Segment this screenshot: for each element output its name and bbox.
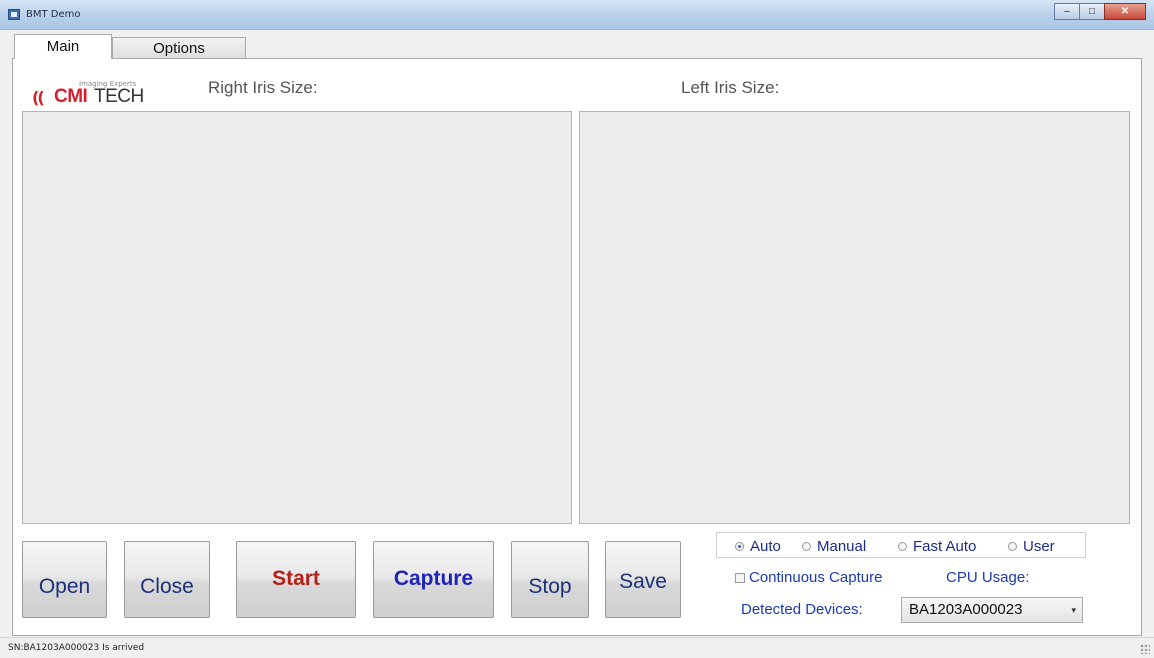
maximize-icon[interactable]: □ bbox=[1079, 3, 1105, 20]
right-iris-view bbox=[22, 111, 572, 524]
minimize-icon[interactable]: – bbox=[1054, 3, 1080, 20]
radio-manual-label: Manual bbox=[817, 538, 867, 555]
close-button[interactable]: Close bbox=[124, 541, 210, 618]
logo-brand-rest: TECH bbox=[94, 86, 144, 107]
detected-devices-label: Detected Devices: bbox=[741, 601, 863, 618]
logo-brand-bold: CMI bbox=[54, 86, 88, 107]
chevron-down-icon: ▾ bbox=[1071, 605, 1076, 615]
cpu-usage-label: CPU Usage: bbox=[946, 569, 1030, 586]
stop-button[interactable]: Stop bbox=[511, 541, 589, 618]
radio-unchecked-icon bbox=[1008, 542, 1017, 551]
radio-fast-auto[interactable]: Fast Auto bbox=[898, 538, 976, 555]
save-button[interactable]: Save bbox=[605, 541, 681, 618]
continuous-capture-label: Continuous Capture bbox=[749, 569, 883, 586]
left-iris-view bbox=[579, 111, 1130, 524]
detected-device-value: BA1203A000023 bbox=[909, 601, 1023, 618]
app-window: BMT Demo – □ ✕ Main Options Imaging Expe… bbox=[0, 0, 1154, 658]
logo-mark-icon: (( bbox=[32, 88, 45, 107]
tab-main[interactable]: Main bbox=[14, 34, 112, 59]
detected-devices-dropdown[interactable]: BA1203A000023 ▾ bbox=[901, 597, 1083, 623]
radio-auto[interactable]: Auto bbox=[735, 538, 781, 555]
close-icon[interactable]: ✕ bbox=[1104, 3, 1146, 20]
left-iris-size-label: Left Iris Size: bbox=[681, 78, 780, 97]
radio-unchecked-icon bbox=[898, 542, 907, 551]
radio-manual[interactable]: Manual bbox=[802, 538, 866, 555]
app-icon bbox=[8, 9, 20, 20]
radio-auto-label: Auto bbox=[750, 538, 781, 555]
radio-user[interactable]: User bbox=[1008, 538, 1055, 555]
window-title: BMT Demo bbox=[26, 9, 81, 20]
open-button[interactable]: Open bbox=[22, 541, 107, 618]
status-bar: SN:BA1203A000023 Is arrived bbox=[0, 637, 1154, 658]
radio-unchecked-icon bbox=[802, 542, 811, 551]
resize-grip-icon[interactable] bbox=[1140, 644, 1150, 654]
window-controls: – □ ✕ bbox=[1054, 3, 1146, 20]
continuous-capture-checkbox[interactable]: Continuous Capture bbox=[735, 569, 882, 586]
status-text: SN:BA1203A000023 Is arrived bbox=[8, 643, 145, 653]
radio-fast-auto-label: Fast Auto bbox=[913, 538, 977, 555]
capture-button[interactable]: Capture bbox=[373, 541, 494, 618]
radio-checked-icon bbox=[735, 542, 744, 551]
right-iris-size-label: Right Iris Size: bbox=[208, 78, 318, 97]
checkbox-icon bbox=[735, 572, 745, 583]
capture-mode-group: Auto Manual Fast Auto User bbox=[716, 532, 1086, 558]
radio-user-label: User bbox=[1023, 538, 1055, 555]
cmitech-logo: Imaging Experts (( CMI TECH bbox=[32, 80, 147, 107]
tab-options[interactable]: Options bbox=[112, 37, 246, 59]
start-button[interactable]: Start bbox=[236, 541, 356, 618]
title-bar[interactable]: BMT Demo – □ ✕ bbox=[0, 0, 1154, 30]
